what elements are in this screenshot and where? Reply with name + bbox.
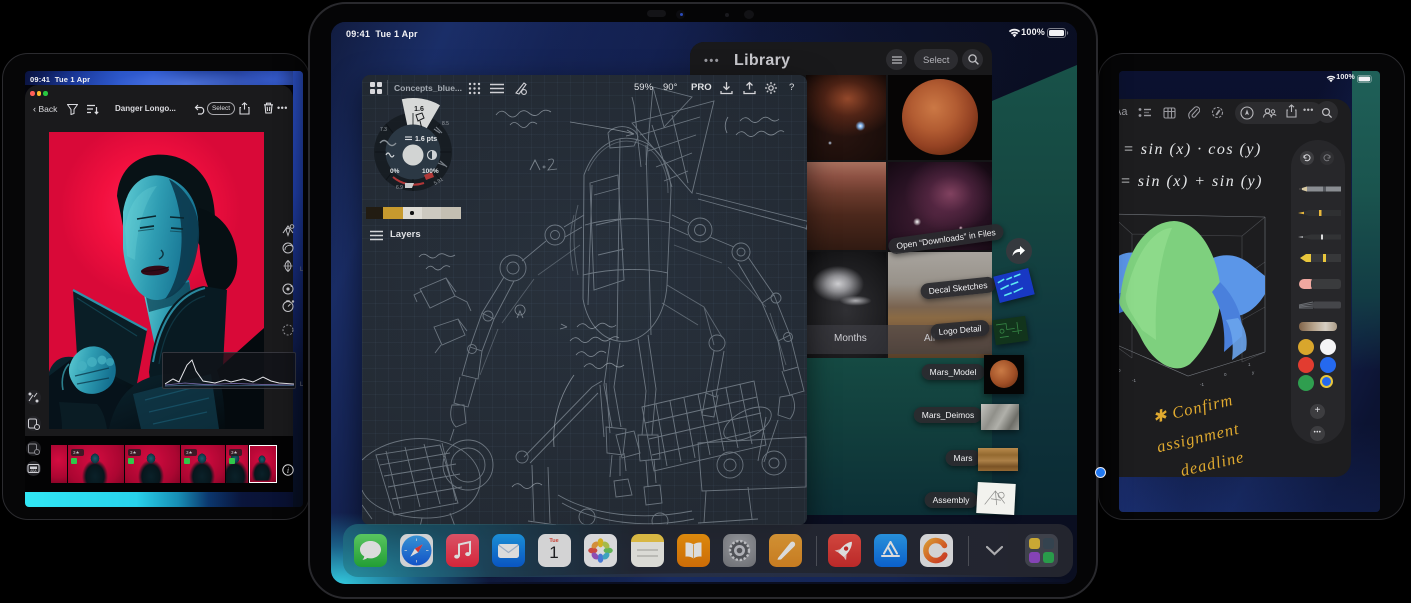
svg-text:0: 0: [1224, 372, 1227, 377]
svg-text:-1: -1: [1200, 382, 1204, 387]
svg-text:-1: -1: [1132, 378, 1136, 383]
svg-text:y: y: [1252, 370, 1255, 375]
svg-text:i: i: [287, 466, 289, 475]
svg-text:0: 0: [1119, 368, 1121, 373]
svg-text:ABA: ABA: [30, 469, 37, 473]
svg-text:1: 1: [1248, 362, 1251, 367]
